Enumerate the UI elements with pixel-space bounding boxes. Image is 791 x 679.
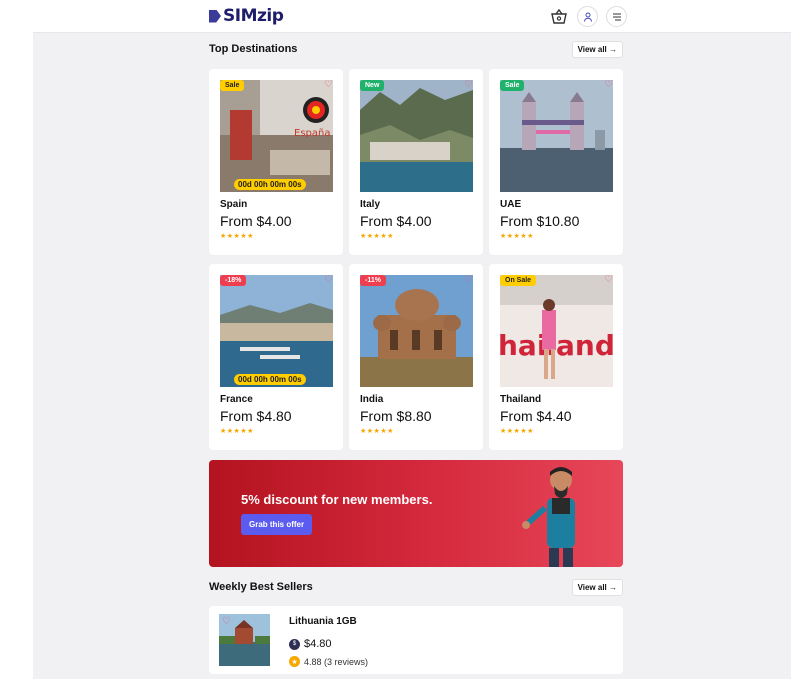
rating-stars: ★★★★★ — [220, 233, 254, 240]
user-icon[interactable] — [577, 6, 598, 27]
promo-banner: 5% discount for new members. Grab this o… — [209, 460, 623, 567]
badge: -18% — [220, 275, 247, 286]
rating-stars: ★★★★★ — [360, 428, 394, 435]
rating-stars: ★★★★★ — [500, 233, 534, 240]
simzip-logo[interactable]: SIMzip — [209, 6, 284, 26]
logo-mark-icon — [209, 9, 221, 23]
destination-price: From $10.80 — [500, 213, 580, 229]
spain-image: España Sale ♡ 00d 00h 00m 00s — [220, 80, 333, 192]
uae-image: Sale ♡ — [500, 80, 613, 192]
top-header: SIMzip — [33, 0, 791, 33]
rating-stars: ★★★★★ — [500, 428, 534, 435]
destination-price: From $4.40 — [500, 408, 572, 424]
destination-card-uae[interactable]: Sale ♡ UAE From $10.80 ★★★★★ — [489, 69, 623, 255]
logo-text: SIMzip — [223, 6, 284, 26]
top-destinations-header: Top Destinations View all → — [209, 39, 623, 59]
header-actions — [548, 6, 627, 27]
best-seller-rating: ★ 4.88 (3 reviews) — [289, 656, 368, 667]
destination-card-italy[interactable]: New ♡ Italy From $4.00 ★★★★★ — [349, 69, 483, 255]
left-gutter — [0, 0, 33, 679]
destination-name: Italy — [360, 199, 381, 210]
weekly-best-title: Weekly Best Sellers — [209, 581, 313, 593]
destination-name: India — [360, 394, 384, 405]
best-seller-price: $ $4.80 — [289, 638, 332, 650]
destination-card-france[interactable]: -18% ♡ 00d 00h 00m 00s France From $4.80… — [209, 264, 343, 450]
destination-name: UAE — [500, 199, 522, 210]
currency-coin-icon: $ — [289, 638, 300, 650]
countdown-timer: 00d 00h 00m 00s — [234, 179, 306, 190]
best-seller-name: Lithuania 1GB — [289, 616, 357, 627]
favorite-heart-icon[interactable]: ♡ — [464, 275, 473, 285]
best-seller-rating-text: 4.88 (3 reviews) — [304, 656, 369, 667]
thailand-image: hailand On Sale ♡ — [500, 275, 613, 387]
svg-text:España: España — [294, 128, 330, 139]
badge: -11% — [360, 275, 386, 286]
badge: On Sale — [500, 275, 537, 286]
destination-card-thailand[interactable]: hailand On Sale ♡ Thailand From $4.40 ★★… — [489, 264, 623, 450]
lithuania-image: ♡ — [219, 614, 270, 666]
favorite-heart-icon[interactable]: ♡ — [604, 80, 613, 90]
rating-stars: ★★★★★ — [360, 233, 394, 240]
destination-name: Spain — [220, 199, 248, 210]
weekly-best-view-all-button[interactable]: View all → — [571, 578, 623, 596]
india-image: -11% ♡ — [360, 275, 473, 387]
france-image: -18% ♡ 00d 00h 00m 00s — [220, 275, 333, 387]
best-seller-price-value: $4.80 — [304, 638, 332, 650]
destination-price: From $8.80 — [360, 408, 432, 424]
menu-icon[interactable] — [606, 6, 627, 27]
destination-price: From $4.80 — [220, 408, 292, 424]
top-destinations-title: Top Destinations — [209, 43, 298, 55]
badge: Sale — [500, 80, 525, 91]
badge: New — [360, 80, 385, 91]
destination-card-india[interactable]: -11% ♡ India From $8.80 ★★★★★ — [349, 264, 483, 450]
destination-name: France — [220, 394, 253, 405]
favorite-heart-icon[interactable]: ♡ — [464, 80, 473, 90]
page: SIMzip Top Destinations View all → Españ… — [0, 0, 791, 679]
basket-icon[interactable] — [548, 6, 569, 27]
grab-offer-button[interactable]: Grab this offer — [241, 514, 313, 535]
badge: Sale — [220, 80, 245, 91]
promo-title: 5% discount for new members. — [241, 492, 433, 507]
favorite-heart-icon[interactable]: ♡ — [324, 80, 333, 90]
rating-stars: ★★★★★ — [220, 428, 254, 435]
weekly-best-header: Weekly Best Sellers View all → — [209, 577, 623, 597]
favorite-heart-icon[interactable]: ♡ — [604, 275, 613, 285]
best-seller-card[interactable]: ♡ Lithuania 1GB $ $4.80 ★ 4.88 (3 review… — [209, 606, 623, 674]
svg-text:hailand: hailand — [500, 329, 613, 362]
destination-price: From $4.00 — [360, 213, 432, 229]
promo-person-illustration — [522, 467, 575, 567]
favorite-heart-icon[interactable]: ♡ — [222, 617, 231, 627]
top-destinations-view-all-button[interactable]: View all → — [571, 40, 623, 58]
destination-price: From $4.00 — [220, 213, 292, 229]
countdown-timer: 00d 00h 00m 00s — [234, 374, 306, 385]
italy-image: New ♡ — [360, 80, 473, 192]
star-icon: ★ — [289, 656, 300, 667]
destination-grid: España Sale ♡ 00d 00h 00m 00s Spain From… — [209, 69, 623, 450]
destination-card-spain[interactable]: España Sale ♡ 00d 00h 00m 00s Spain From… — [209, 69, 343, 255]
favorite-heart-icon[interactable]: ♡ — [324, 275, 333, 285]
destination-name: Thailand — [500, 394, 542, 405]
